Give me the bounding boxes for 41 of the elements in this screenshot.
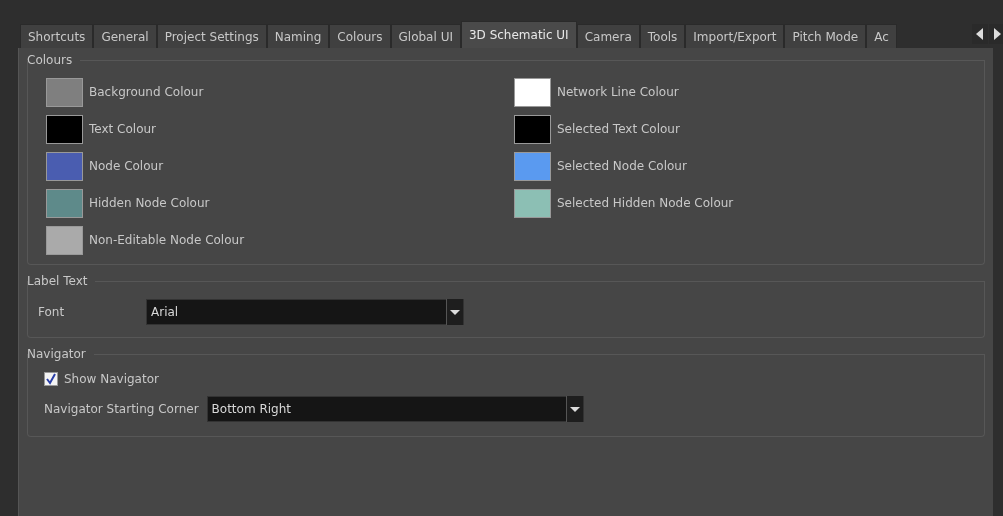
colour-swatch[interactable] [46, 188, 83, 218]
colour-swatch[interactable] [46, 151, 83, 181]
corner-label: Navigator Starting Corner [44, 402, 199, 416]
colour-swatch[interactable] [514, 114, 551, 144]
font-dropdown[interactable]: Arial [146, 299, 464, 325]
colour-label: Selected Hidden Node Colour [557, 196, 734, 210]
colour-label: Selected Text Colour [557, 122, 680, 136]
tab[interactable]: Colours [329, 24, 391, 48]
colour-swatch[interactable] [514, 77, 551, 107]
colour-swatch[interactable] [46, 114, 83, 144]
corner-dropdown[interactable]: Bottom Right [206, 396, 584, 422]
tab[interactable]: Ac [866, 24, 897, 48]
caret-icon[interactable] [565, 396, 583, 422]
checkbox[interactable] [44, 372, 58, 386]
tab[interactable]: 3D Schematic UI [460, 21, 577, 48]
group-title: Navigator [27, 347, 86, 361]
tab[interactable]: Camera [576, 24, 640, 48]
colour-swatch[interactable] [46, 77, 83, 107]
colour-label: Network Line Colour [557, 85, 679, 99]
checkbox-label[interactable]: Show Navigator [64, 372, 159, 386]
tab[interactable]: Project Settings [156, 24, 267, 48]
tab[interactable]: Shortcuts [20, 24, 94, 48]
tab[interactable]: Import/Export [685, 24, 785, 48]
colour-swatch[interactable] [514, 151, 551, 181]
colour-swatch[interactable] [46, 225, 83, 255]
colour-label: Background Colour [89, 85, 204, 99]
tab[interactable]: Global UI [390, 24, 461, 48]
colour-label: Text Colour [89, 122, 157, 136]
colour-label: Non-Editable Node Colour [89, 233, 245, 247]
caret-icon[interactable] [446, 299, 463, 325]
group-title: Colours [27, 53, 73, 67]
colour-swatch[interactable] [514, 188, 551, 218]
colour-label: Hidden Node Colour [89, 196, 210, 210]
tab[interactable]: Pitch Mode [784, 24, 867, 48]
colour-label: Selected Node Colour [557, 159, 687, 173]
colour-label: Node Colour [89, 159, 164, 173]
tab[interactable]: Naming [266, 24, 330, 48]
tab[interactable]: Tools [639, 24, 686, 48]
group-title: Label Text [27, 274, 88, 288]
tab[interactable]: General [93, 24, 157, 48]
font-label: Font [38, 305, 66, 319]
